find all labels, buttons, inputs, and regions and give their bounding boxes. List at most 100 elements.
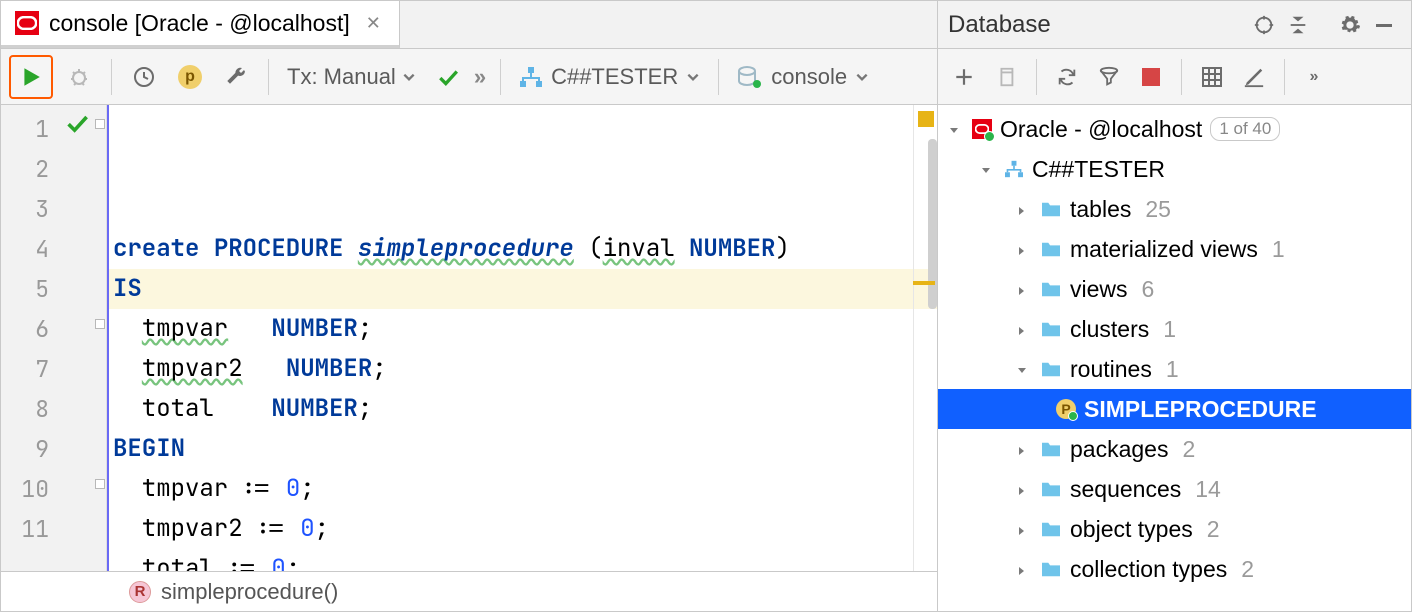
folder-count: 2 <box>1235 556 1254 583</box>
code-line[interactable]: BEGIN <box>109 429 937 469</box>
code-line[interactable]: tmpvar2 NUMBER; <box>109 349 937 389</box>
debug-button[interactable] <box>59 57 99 97</box>
routine-label: SIMPLEPROCEDURE <box>1084 396 1317 423</box>
line-number: 10 <box>1 469 59 509</box>
line-number: 3 <box>1 189 59 229</box>
editor-tab[interactable]: console [Oracle - @localhost] ✕ <box>1 1 400 48</box>
tree-folder-packages[interactable]: packages 2 <box>938 429 1411 469</box>
tx-mode-dropdown[interactable]: Tx: Manual <box>281 64 422 90</box>
tree-folder-materialized-views[interactable]: materialized views 1 <box>938 229 1411 269</box>
code-line[interactable]: tmpvar2 := 0; <box>109 509 937 549</box>
schema-icon <box>519 66 543 88</box>
folder-count: 14 <box>1189 476 1221 503</box>
code-editor[interactable]: 1234567891011 create PROCEDURE simplepro… <box>1 105 937 571</box>
folder-label: materialized views <box>1070 236 1258 263</box>
close-icon[interactable]: ✕ <box>360 13 381 34</box>
procedure-icon: P <box>1056 399 1076 419</box>
folder-label: object types <box>1070 516 1193 543</box>
error-stripe[interactable] <box>913 105 937 571</box>
folder-count: 1 <box>1266 236 1285 263</box>
datasource-label: Oracle - @localhost <box>1000 116 1202 143</box>
datasource-count: 1 of 40 <box>1210 117 1280 141</box>
history-button[interactable] <box>124 57 164 97</box>
tree-folder-collection-types[interactable]: collection types 2 <box>938 549 1411 589</box>
schema-icon <box>1004 159 1024 179</box>
folder-label: sequences <box>1070 476 1181 503</box>
folder-count: 2 <box>1176 436 1195 463</box>
schema-label: C##TESTER <box>1032 156 1165 183</box>
table-button[interactable] <box>1194 57 1230 97</box>
tree-routine-item[interactable]: P SIMPLEPROCEDURE <box>938 389 1411 429</box>
console-selector[interactable]: console <box>731 64 875 90</box>
tree-schema[interactable]: C##TESTER <box>938 149 1411 189</box>
folder-label: tables <box>1070 196 1131 223</box>
chevron-down-icon <box>402 70 416 84</box>
add-button[interactable] <box>946 57 982 97</box>
code-line[interactable]: IS <box>109 269 937 309</box>
database-panel-title: Database <box>948 11 1247 39</box>
folder-count: 2 <box>1201 516 1220 543</box>
line-number: 11 <box>1 509 59 549</box>
code-area[interactable]: create PROCEDURE simpleprocedure (inval … <box>107 105 937 571</box>
editor-toolbar: p Tx: Manual » C##TESTER <box>1 49 937 105</box>
more-icon[interactable]: » <box>1297 57 1333 97</box>
schema-selector[interactable]: C##TESTER <box>513 64 706 90</box>
code-line[interactable]: create PROCEDURE simpleprocedure (inval … <box>109 229 937 269</box>
tx-label: Tx: Manual <box>287 64 396 90</box>
console-icon <box>737 66 763 88</box>
oracle-icon <box>972 119 992 139</box>
wrench-button[interactable] <box>216 57 256 97</box>
folder-count: 25 <box>1139 196 1171 223</box>
line-number: 4 <box>1 229 59 269</box>
more-icon[interactable]: » <box>474 64 488 90</box>
database-toolbar: » <box>938 49 1411 105</box>
tree-folder-tables[interactable]: tables 25 <box>938 189 1411 229</box>
code-line[interactable]: total := 0; <box>109 549 937 571</box>
tree-datasource[interactable]: Oracle - @localhost 1 of 40 <box>938 109 1411 149</box>
tree-folder-object-types[interactable]: object types 2 <box>938 509 1411 549</box>
stop-button[interactable] <box>1133 57 1169 97</box>
chevron-down-icon <box>686 70 700 84</box>
collapse-icon[interactable] <box>1281 14 1315 36</box>
folder-count: 1 <box>1160 356 1179 383</box>
line-number: 2 <box>1 149 59 189</box>
database-tree[interactable]: Oracle - @localhost 1 of 40 C##TESTER table… <box>938 105 1411 611</box>
commit-button[interactable] <box>428 57 468 97</box>
breadcrumb[interactable]: R simpleprocedure() <box>1 571 937 611</box>
refresh-button[interactable] <box>1049 57 1085 97</box>
oracle-icon <box>15 11 39 35</box>
editor-tab-title: console [Oracle - @localhost] <box>49 10 350 37</box>
routine-icon: R <box>129 581 151 603</box>
filter-button[interactable] <box>1091 57 1127 97</box>
tree-folder-views[interactable]: views 6 <box>938 269 1411 309</box>
console-label: console <box>771 64 847 90</box>
tree-folder-clusters[interactable]: clusters1 <box>938 309 1411 349</box>
editor-tab-bar: console [Oracle - @localhost] ✕ <box>1 1 937 49</box>
folder-label: packages <box>1070 436 1168 463</box>
fold-handle[interactable] <box>95 479 105 489</box>
code-line[interactable]: tmpvar NUMBER; <box>109 309 937 349</box>
code-line[interactable]: total NUMBER; <box>109 389 937 429</box>
folder-label: collection types <box>1070 556 1227 583</box>
tree-folder-sequences[interactable]: sequences 14 <box>938 469 1411 509</box>
run-button[interactable] <box>9 55 53 99</box>
fold-handle[interactable] <box>95 319 105 329</box>
fold-handle[interactable] <box>95 119 105 129</box>
line-number: 9 <box>1 429 59 469</box>
minimize-icon[interactable] <box>1367 15 1401 35</box>
duplicate-button[interactable] <box>988 57 1024 97</box>
gear-icon[interactable] <box>1333 14 1367 36</box>
folder-count: 6 <box>1136 276 1155 303</box>
warning-marker[interactable] <box>913 281 935 285</box>
line-number-gutter: 1234567891011 <box>1 105 59 571</box>
folder-label: views <box>1070 276 1128 303</box>
target-icon[interactable] <box>1247 14 1281 36</box>
chevron-down-icon <box>855 70 869 84</box>
line-number: 7 <box>1 349 59 389</box>
warning-icon <box>918 111 934 127</box>
p-badge-button[interactable]: p <box>170 57 210 97</box>
edit-button[interactable] <box>1236 57 1272 97</box>
code-line[interactable]: tmpvar := 0; <box>109 469 937 509</box>
tree-folder-routines[interactable]: routines1 <box>938 349 1411 389</box>
folder-label: clusters <box>1070 316 1149 343</box>
